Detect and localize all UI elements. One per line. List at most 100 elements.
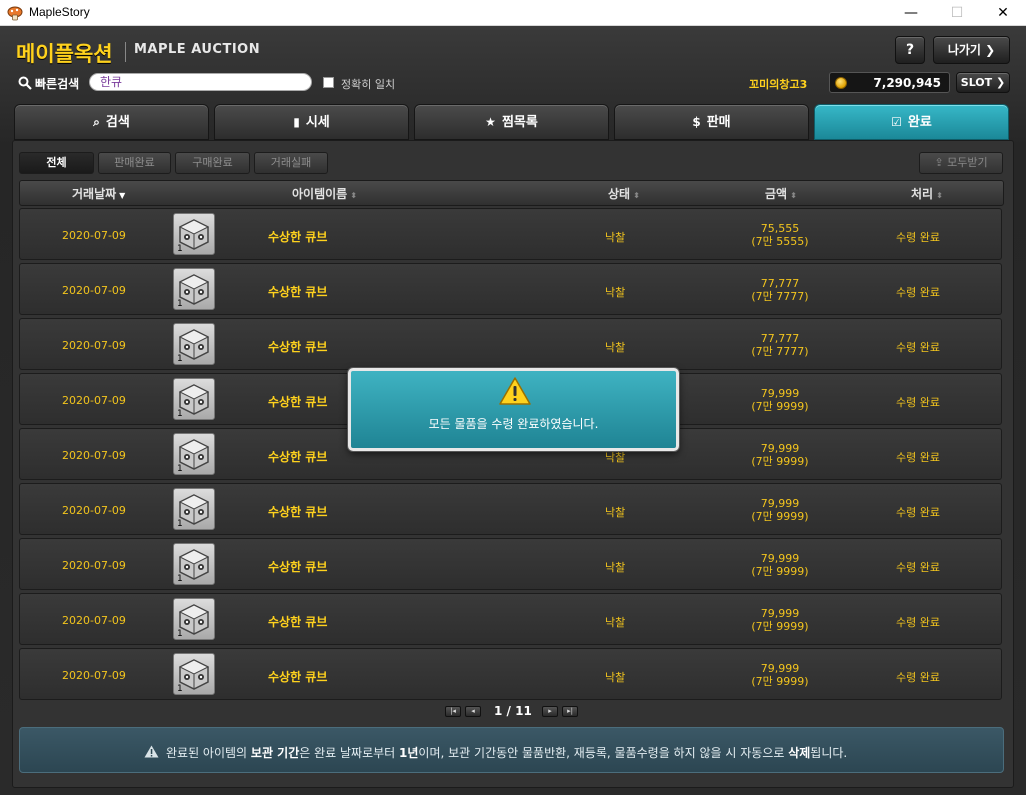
table-header: 거래날짜 ▼ 아이템이름 ⬍ 상태 ⬍ 금액 ⬍ 처리 ⬍ (19, 180, 1004, 206)
first-page-button[interactable]: |◂ (445, 706, 461, 717)
tab-complete[interactable]: ☑ 완료 (814, 104, 1009, 140)
col-process-label: 처리 (911, 187, 934, 201)
price-korean: (7만 9999) (751, 675, 809, 688)
close-button[interactable]: ✕ (980, 0, 1026, 26)
logo-korean: 메이플옥션 (16, 42, 113, 66)
help-button[interactable]: ? (895, 36, 925, 64)
cube-item-icon: 1 (173, 213, 215, 255)
col-state-label: 상태 (608, 187, 631, 201)
search-icon (18, 76, 32, 90)
price-value: 79,999 (760, 442, 800, 455)
page-indicator: 1 / 11 (494, 704, 532, 718)
process-status: 수령 완료 (896, 286, 940, 299)
price-value: 79,999 (760, 497, 800, 510)
svg-text:1: 1 (177, 629, 183, 639)
prev-page-button[interactable]: ◂ (465, 706, 481, 717)
cube-item-icon: 1 (173, 323, 215, 365)
col-price-label: 금액 (765, 187, 788, 201)
col-date[interactable]: 거래날짜 ▼ (72, 185, 125, 202)
logo-english: MAPLE AUCTION (134, 42, 261, 57)
table-row[interactable]: 2020-07-09 1 수상한 큐브 낙찰 77,777 (7만 7777) 수령 완료 (19, 318, 1002, 370)
table-row[interactable]: 2020-07-09 1 수상한 큐브 낙찰 79,999(7만 9999) 수령 완료 (19, 483, 1002, 535)
item-name: 수상한 큐브 (268, 395, 328, 409)
table-row[interactable]: 2020-07-09 1 수상한 큐브 낙찰 77,777 (7만 7777) 수령 완료 (19, 263, 1002, 315)
col-item-name[interactable]: 아이템이름 ⬍ (292, 185, 357, 202)
trade-state: 낙찰 (605, 561, 626, 574)
tab-search[interactable]: ⌕ 검색 (14, 104, 209, 140)
auction-window: 메이플옥션 MAPLE AUCTION ? 나가기 ❯ 빠른검색 한큐 정확히 … (0, 26, 1026, 795)
cube-item-icon: 1 (173, 268, 215, 310)
trade-state: 낙찰 (605, 231, 626, 244)
maximize-button[interactable]: ☐ (934, 0, 980, 26)
price-korean: (7만 9999) (751, 455, 809, 468)
col-price[interactable]: 금액 ⬍ (765, 185, 797, 202)
notice-text: 완료된 아이템의 보관 기간은 완료 날짜로부터 1년이며, 보관 기간동안 물… (166, 746, 848, 760)
col-process[interactable]: 처리 ⬍ (911, 185, 943, 202)
table-row[interactable]: 2020-07-09 1 수상한 큐브 낙찰 79,999(7만 9999) 수령 완료 (19, 593, 1002, 645)
tab-wishlist[interactable]: ★ 찜목록 (414, 104, 609, 140)
trade-date: 2020-07-09 (62, 229, 126, 242)
cube-item-icon: 1 (173, 653, 215, 695)
logo-divider (125, 42, 126, 62)
sort-icon: ⬍ (633, 191, 640, 200)
price-korean: (7만 9999) (751, 620, 809, 633)
tab-label: 검색 (105, 115, 130, 130)
exact-match-checkbox[interactable] (323, 77, 334, 88)
trade-date: 2020-07-09 (62, 504, 126, 517)
search-icon: ⌕ (93, 115, 100, 129)
slot-button[interactable]: SLOT ❯ (956, 72, 1010, 93)
warning-icon (499, 377, 531, 405)
trade-price: 77,777 (7만 7777) (730, 332, 830, 358)
trade-date: 2020-07-09 (62, 339, 126, 352)
price-value: 77,777 (760, 332, 800, 345)
trade-price: 79,999 (7만 9999) (730, 442, 830, 468)
sort-icon: ⬍ (350, 191, 357, 200)
trade-state: 낙찰 (605, 451, 626, 464)
price-korean: (7만 9999) (751, 510, 809, 523)
quick-search-input[interactable]: 한큐 (89, 73, 312, 91)
item-name: 수상한 큐브 (268, 670, 328, 684)
tab-label: 시세 (305, 115, 330, 130)
trade-date: 2020-07-09 (62, 559, 126, 572)
next-page-button[interactable]: ▸ (542, 706, 558, 717)
price-value: 75,555 (760, 222, 800, 235)
item-name: 수상한 큐브 (268, 615, 328, 629)
item-name: 수상한 큐브 (268, 450, 328, 464)
item-name: 수상한 큐브 (268, 340, 328, 354)
filter-all[interactable]: 전체 (19, 152, 94, 174)
trade-price: 77,777 (7만 7777) (730, 277, 830, 303)
trade-date: 2020-07-09 (62, 669, 126, 682)
trade-state: 낙찰 (605, 506, 626, 519)
col-state[interactable]: 상태 ⬍ (608, 185, 640, 202)
completion-dialog[interactable]: 모든 물품을 수령 완료하였습니다. (348, 368, 679, 451)
last-page-button[interactable]: ▸| (562, 706, 578, 717)
tab-market-price[interactable]: ▮ 시세 (214, 104, 409, 140)
svg-text:1: 1 (177, 409, 183, 419)
quick-search-label: 빠른검색 (35, 77, 80, 91)
table-row[interactable]: 2020-07-09 1 수상한 큐브 낙찰 79,999(7만 9999) 수령 완료 (19, 538, 1002, 590)
receive-all-button[interactable]: ⇪ 모두받기 (919, 152, 1003, 174)
trade-price: 79,999 (7만 9999) (730, 607, 830, 633)
process-status: 수령 완료 (896, 671, 940, 684)
tab-sell[interactable]: $ 판매 (614, 104, 809, 140)
filter-trade-failed[interactable]: 거래실패 (254, 152, 328, 174)
window-title: MapleStory (29, 5, 90, 19)
trade-date: 2020-07-09 (62, 394, 126, 407)
svg-text:1: 1 (177, 464, 183, 474)
trade-state: 낙찰 (605, 671, 626, 684)
price-korean: (7만 7777) (751, 345, 809, 358)
filter-sale-complete[interactable]: 판매완료 (98, 152, 171, 174)
cube-item-icon: 1 (173, 543, 215, 585)
price-value: 79,999 (760, 662, 800, 675)
svg-text:1: 1 (177, 684, 183, 694)
table-row[interactable]: 2020-07-09 1 수상한 큐브 낙찰 79,999(7만 9999) 수령 완료 (19, 648, 1002, 700)
price-korean: (7만 5555) (751, 235, 809, 248)
dollar-coin-icon: $ (692, 115, 701, 129)
price-korean: (7만 7777) (751, 290, 809, 303)
process-status: 수령 완료 (896, 396, 940, 409)
table-row[interactable]: 2020-07-09 1 수상한 큐브 낙찰 75,555 (7만 5555) 수령 완료 (19, 208, 1002, 260)
sort-icon: ⬍ (936, 191, 943, 200)
minimize-button[interactable]: — (888, 0, 934, 26)
exit-button[interactable]: 나가기 ❯ (933, 36, 1010, 64)
filter-purchase-complete[interactable]: 구매완료 (175, 152, 250, 174)
